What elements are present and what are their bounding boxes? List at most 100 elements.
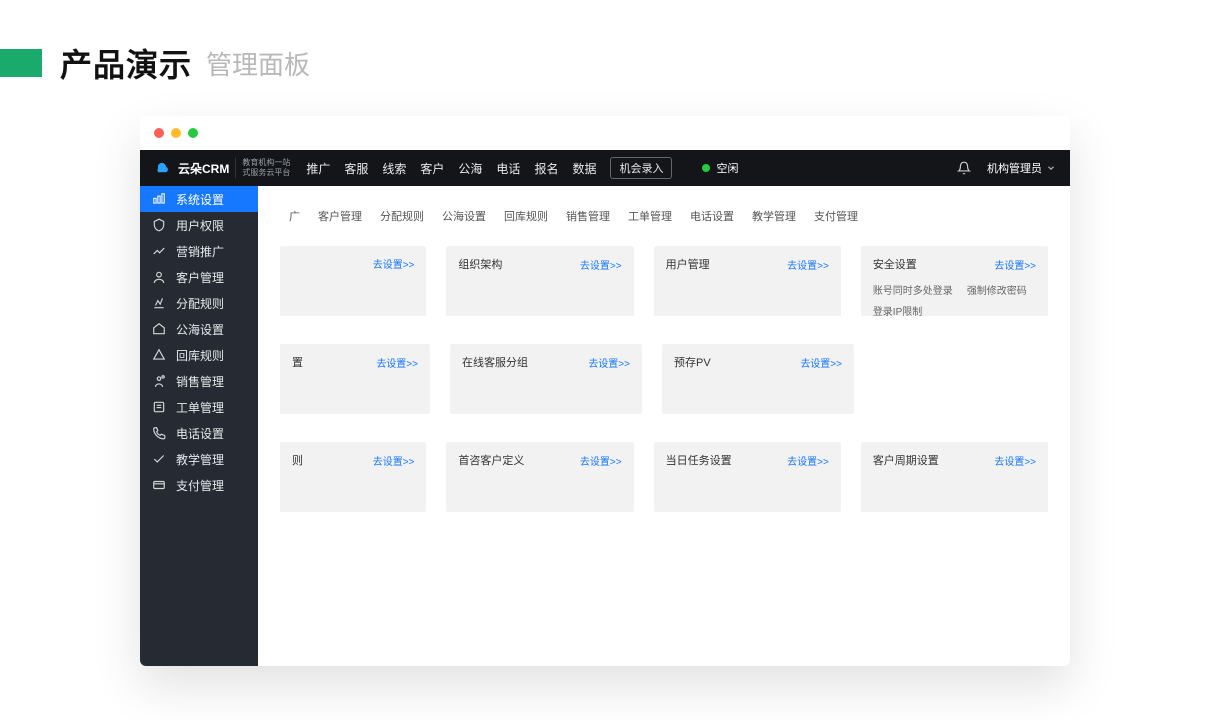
- sub-tab[interactable]: 教学管理: [743, 204, 805, 228]
- status-dot-icon: [702, 164, 710, 172]
- card-title: 预存PV: [674, 354, 711, 370]
- minimize-window-icon[interactable]: [171, 128, 181, 138]
- sidebar-item-teach[interactable]: 教学管理: [140, 446, 258, 472]
- card-settings-link[interactable]: 去设置>>: [800, 355, 842, 370]
- settings-icon: [152, 192, 166, 206]
- sidebar-item-label: 工单管理: [176, 399, 224, 416]
- sidebar-item-label: 系统设置: [176, 191, 224, 208]
- card-title: 首咨客户定义: [458, 452, 524, 468]
- sidebar-item-label: 公海设置: [176, 321, 224, 338]
- sidebar-item-phone[interactable]: 电话设置: [140, 420, 258, 446]
- card-title: 客户周期设置: [873, 452, 939, 468]
- topnav-item-pool[interactable]: 公海: [458, 160, 482, 177]
- sidebar-item-chart[interactable]: 营销推广: [140, 238, 258, 264]
- logo-tagline: 教育机构一站式服务云平台: [235, 158, 290, 178]
- sidebar-item-label: 销售管理: [176, 373, 224, 390]
- topnav-item-phone[interactable]: 电话: [496, 160, 520, 177]
- sidebar-item-ticket[interactable]: 工单管理: [140, 394, 258, 420]
- settings-row: 则去设置>>首咨客户定义去设置>>当日任务设置去设置>>客户周期设置去设置>>: [280, 442, 1048, 512]
- card-settings-link[interactable]: 去设置>>: [373, 453, 415, 468]
- settings-card: 用户管理 去设置>>: [654, 246, 841, 316]
- sidebar-item-shield[interactable]: 用户权限: [140, 212, 258, 238]
- maximize-window-icon[interactable]: [188, 128, 198, 138]
- card-settings-link[interactable]: 去设置>>: [580, 453, 622, 468]
- topnav-item-leads[interactable]: 线索: [382, 160, 406, 177]
- user-menu[interactable]: 机构管理员: [987, 160, 1056, 176]
- sub-tab[interactable]: 广: [280, 204, 309, 228]
- app-window: 云朵CRM 教育机构一站式服务云平台 推广 客服 线索 客户 公海 电话 报名 …: [140, 116, 1070, 666]
- sub-tab[interactable]: 回库规则: [495, 204, 557, 228]
- sub-tab[interactable]: 工单管理: [619, 204, 681, 228]
- sidebar-item-sales[interactable]: 销售管理: [140, 368, 258, 394]
- chart-icon: [152, 244, 166, 258]
- recycle-icon: [152, 348, 166, 362]
- sub-tab[interactable]: 电话设置: [681, 204, 743, 228]
- sidebar-item-label: 教学管理: [176, 451, 224, 468]
- topnav-item-signup[interactable]: 报名: [534, 160, 558, 177]
- user-label: 机构管理员: [987, 160, 1042, 176]
- topnav-item-customers[interactable]: 客户: [420, 160, 444, 177]
- settings-card: 在线客服分组去设置>>: [450, 344, 642, 414]
- topnav-item-service[interactable]: 客服: [344, 160, 368, 177]
- settings-card: 去设置>>: [280, 246, 426, 316]
- card-settings-link[interactable]: 去设置>>: [787, 257, 829, 272]
- status-indicator[interactable]: 空闲: [702, 160, 738, 176]
- sidebar-item-label: 营销推广: [176, 243, 224, 260]
- card-settings-link[interactable]: 去设置>>: [373, 256, 415, 271]
- settings-row: 置去设置>>在线客服分组去设置>>预存PV去设置>>: [280, 344, 1048, 414]
- close-window-icon[interactable]: [154, 128, 164, 138]
- app-body: 系统设置用户权限营销推广客户管理分配规则公海设置回库规则销售管理工单管理电话设置…: [140, 186, 1070, 666]
- allocate-icon: [152, 296, 166, 310]
- accent-bar: [0, 49, 42, 77]
- teach-icon: [152, 452, 166, 466]
- sidebar-item-label: 分配规则: [176, 295, 224, 312]
- settings-card: 首咨客户定义 去设置>>: [446, 442, 633, 512]
- chevron-down-icon: [1046, 163, 1056, 173]
- sidebar-item-user[interactable]: 客户管理: [140, 264, 258, 290]
- card-sub-item[interactable]: 强制修改密码: [967, 282, 1027, 297]
- card-settings-link[interactable]: 去设置>>: [588, 355, 630, 370]
- sidebar-item-label: 回库规则: [176, 347, 224, 364]
- record-button[interactable]: 机会录入: [610, 157, 672, 179]
- sidebar-item-allocate[interactable]: 分配规则: [140, 290, 258, 316]
- sub-tab[interactable]: 公海设置: [433, 204, 495, 228]
- topnav-item-data[interactable]: 数据: [572, 160, 596, 177]
- topnav-item-promo[interactable]: 推广: [306, 160, 330, 177]
- sidebar-item-pool[interactable]: 公海设置: [140, 316, 258, 342]
- card-sub-item[interactable]: 账号同时多处登录: [873, 282, 953, 297]
- main-content: 广客户管理分配规则公海设置回库规则销售管理工单管理电话设置教学管理支付管理 去设…: [258, 186, 1070, 666]
- sidebar-item-settings[interactable]: 系统设置: [140, 186, 258, 212]
- logo-brand-text: 云朵CRM: [178, 160, 229, 177]
- logo[interactable]: 云朵CRM 教育机构一站式服务云平台: [154, 158, 290, 178]
- page-header: 产品演示 管理面板: [0, 0, 1210, 116]
- card-settings-link[interactable]: 去设置>>: [580, 257, 622, 272]
- sidebar-item-label: 支付管理: [176, 477, 224, 494]
- card-title: 置: [292, 354, 303, 370]
- settings-card: 客户周期设置 去设置>>: [861, 442, 1048, 512]
- card-title: 用户管理: [666, 256, 710, 272]
- sub-tab[interactable]: 销售管理: [557, 204, 619, 228]
- sub-tab[interactable]: 支付管理: [805, 204, 867, 228]
- card-sub-item[interactable]: 登录IP限制: [873, 303, 922, 318]
- settings-grid: 去设置>>组织架构去设置>>用户管理去设置>>安全设置去设置>>账号同时多处登录…: [280, 246, 1048, 512]
- sidebar-item-label: 电话设置: [176, 425, 224, 442]
- bell-icon[interactable]: [957, 161, 971, 175]
- settings-card: 置 去设置>>: [280, 344, 430, 414]
- card-settings-link[interactable]: 去设置>>: [994, 257, 1036, 272]
- sub-tab[interactable]: 分配规则: [371, 204, 433, 228]
- card-settings-link[interactable]: 去设置>>: [787, 453, 829, 468]
- phone-icon: [152, 426, 166, 440]
- sidebar-item-label: 用户权限: [176, 217, 224, 234]
- sidebar-item-recycle[interactable]: 回库规则: [140, 342, 258, 368]
- sub-tab[interactable]: 客户管理: [309, 204, 371, 228]
- card-title: 则: [292, 452, 303, 468]
- card-settings-link[interactable]: 去设置>>: [376, 355, 418, 370]
- cloud-icon: [154, 159, 172, 177]
- settings-card: 安全设置 去设置>> 账号同时多处登录强制修改密码登录IP限制: [861, 246, 1048, 316]
- card-title: 安全设置: [873, 256, 917, 272]
- sidebar-item-label: 客户管理: [176, 269, 224, 286]
- card-settings-link[interactable]: 去设置>>: [994, 453, 1036, 468]
- settings-card: 预存PV 去设置>>: [662, 344, 854, 414]
- settings-row: 去设置>>组织架构去设置>>用户管理去设置>>安全设置去设置>>账号同时多处登录…: [280, 246, 1048, 316]
- sidebar-item-pay[interactable]: 支付管理: [140, 472, 258, 498]
